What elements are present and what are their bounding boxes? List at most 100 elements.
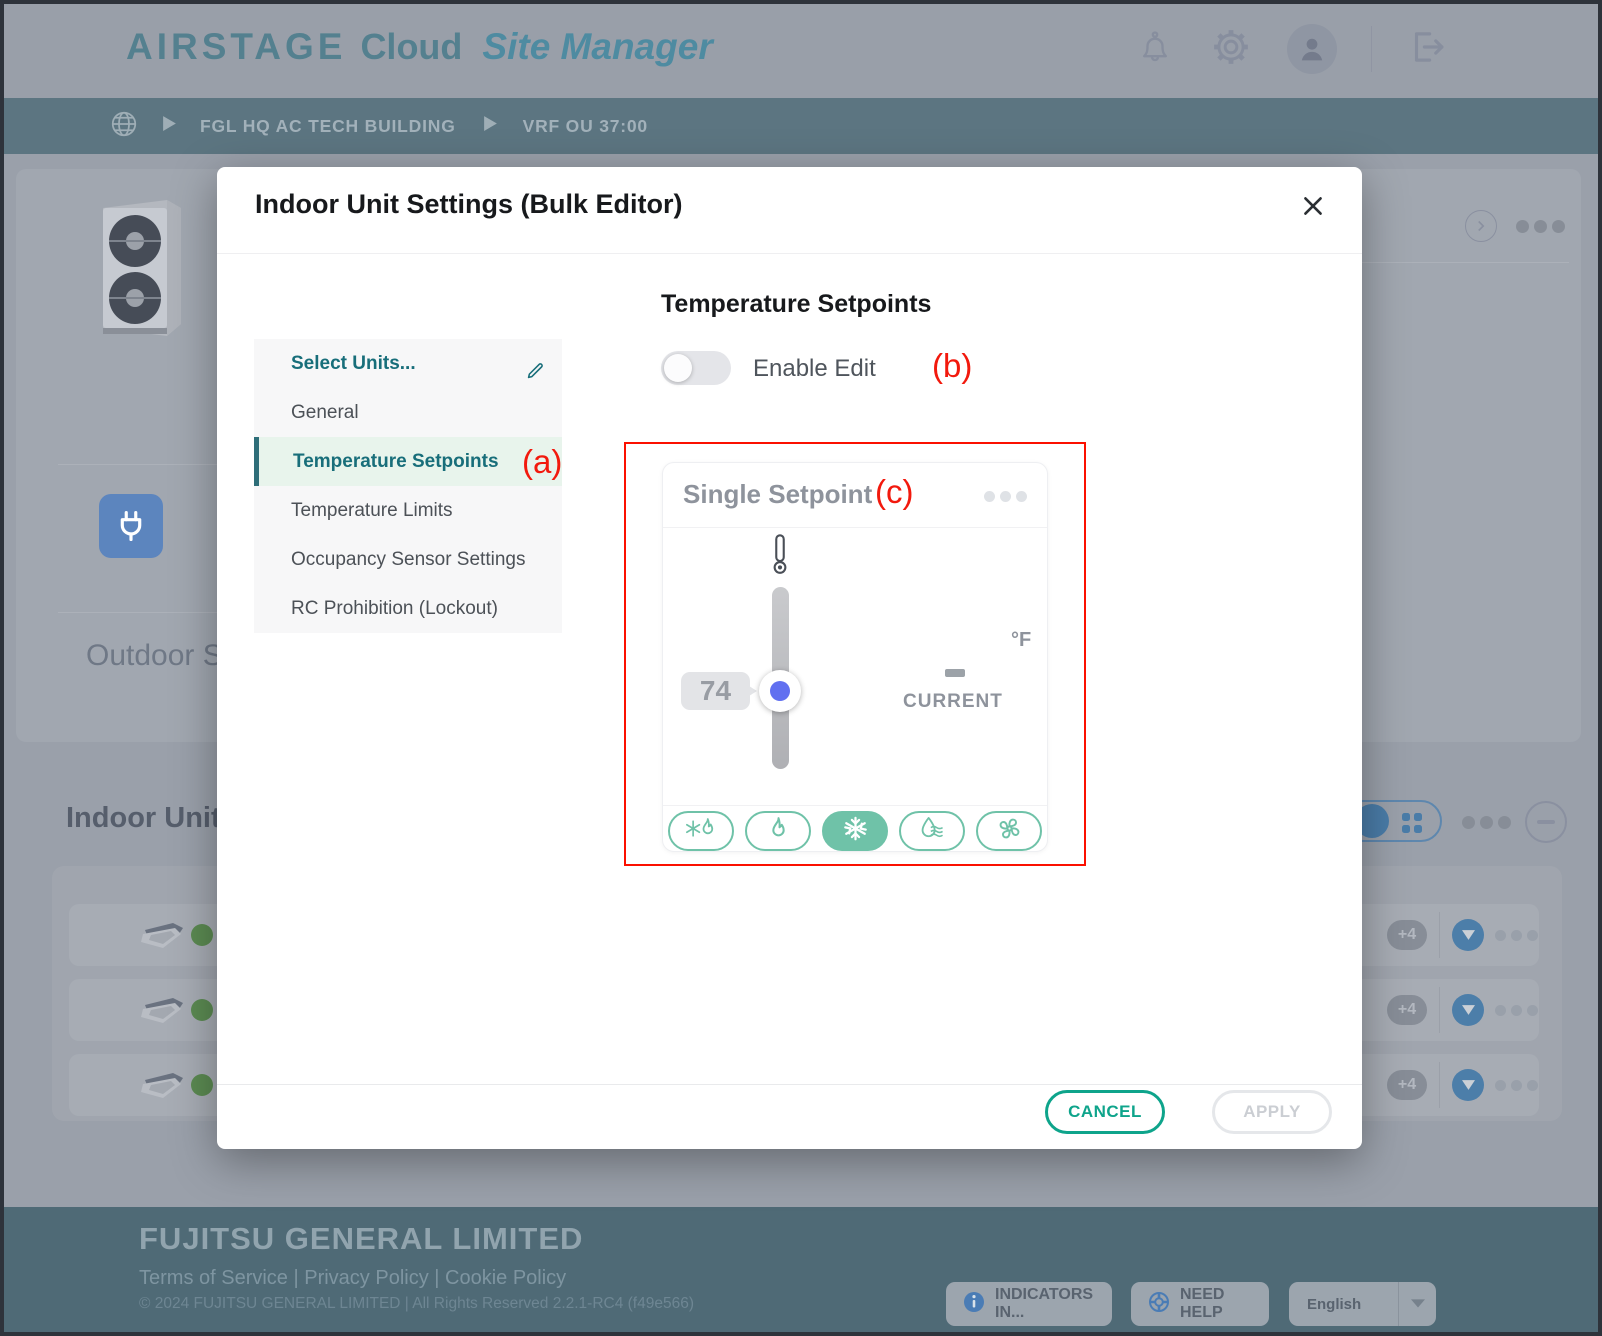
card-menu-icon[interactable] bbox=[984, 491, 1027, 502]
current-temp-placeholder bbox=[945, 669, 965, 677]
logo-site-manager: Site Manager bbox=[482, 26, 713, 67]
status-indicator bbox=[191, 999, 213, 1021]
enable-edit-toggle[interactable] bbox=[661, 351, 731, 385]
annotation-b: (b) bbox=[932, 347, 973, 384]
single-setpoint-card: Single Setpoint (c) 74 °F CURRENT bbox=[662, 462, 1048, 852]
annotation-a: (a) bbox=[522, 443, 563, 480]
more-units-badge[interactable]: +4 bbox=[1387, 995, 1427, 1025]
apply-button[interactable]: APPLY bbox=[1212, 1090, 1332, 1134]
sidebar-item-rc-prohibition[interactable]: RC Prohibition (Lockout) bbox=[254, 584, 562, 633]
row-menu-icon[interactable] bbox=[1495, 1005, 1538, 1016]
app-footer: FUJITSU GENERAL LIMITED Terms of Service… bbox=[4, 1207, 1598, 1332]
sidebar-item-label: General bbox=[291, 402, 359, 423]
need-help-button[interactable]: NEED HELP bbox=[1131, 1282, 1269, 1326]
mode-fan-button[interactable] bbox=[976, 811, 1042, 851]
heat-flame-icon bbox=[765, 815, 792, 847]
modal-title: Indoor Unit Settings (Bulk Editor) bbox=[255, 189, 683, 219]
chevron-down-icon bbox=[1398, 1282, 1436, 1326]
power-plug-tile[interactable] bbox=[99, 494, 163, 558]
grid-view-icon bbox=[1402, 813, 1422, 833]
sidebar-item-label: Select Units... bbox=[291, 353, 416, 374]
mode-cool-button[interactable] bbox=[822, 811, 888, 851]
sidebar-item-select-units[interactable]: Select Units... bbox=[254, 339, 562, 388]
unit-label: °F bbox=[1011, 629, 1032, 651]
screen: AIRSTAGE Cloud Site Manager FGL HQ AC TE… bbox=[0, 0, 1602, 1336]
card-title: Single Setpoint bbox=[683, 479, 873, 509]
divider bbox=[217, 1084, 1362, 1085]
indoor-unit-image bbox=[139, 920, 185, 950]
expand-chevron-button[interactable] bbox=[1465, 210, 1497, 242]
breadcrumb-unit[interactable]: VRF OU 37:00 bbox=[523, 116, 648, 137]
mode-auto-button[interactable] bbox=[668, 811, 734, 851]
breadcrumb-arrow-icon bbox=[483, 115, 498, 137]
language-value: English bbox=[1307, 1295, 1362, 1313]
status-indicator bbox=[191, 924, 213, 946]
setpoint-value-bubble: 74 bbox=[681, 672, 757, 710]
row-menu-icon[interactable] bbox=[1495, 930, 1538, 941]
outdoor-card-menu-icon[interactable] bbox=[1516, 220, 1565, 233]
sidebar-item-temperature-setpoints[interactable]: Temperature Setpoints bbox=[254, 437, 562, 486]
app-header: AIRSTAGE Cloud Site Manager bbox=[4, 4, 1598, 98]
divider bbox=[217, 253, 1362, 254]
enable-edit-label: Enable Edit bbox=[753, 355, 876, 382]
sidebar-item-occupancy-sensor[interactable]: Occupancy Sensor Settings bbox=[254, 535, 562, 584]
status-indicator bbox=[191, 1074, 213, 1096]
expand-row-button[interactable] bbox=[1452, 919, 1484, 951]
app-logo: AIRSTAGE Cloud Site Manager bbox=[126, 26, 713, 68]
edit-pencil-icon[interactable] bbox=[524, 352, 546, 379]
globe-icon[interactable] bbox=[109, 109, 139, 144]
logout-icon[interactable] bbox=[1406, 26, 1448, 73]
info-icon bbox=[962, 1290, 986, 1319]
header-divider bbox=[1371, 26, 1372, 72]
indoor-unit-image bbox=[139, 1070, 185, 1100]
thermometer-icon bbox=[768, 533, 792, 580]
sidebar-item-label: Temperature Setpoints bbox=[293, 451, 499, 472]
section-heading: Temperature Setpoints bbox=[661, 290, 932, 318]
indoor-unit-settings-modal: Indoor Unit Settings (Bulk Editor) Selec… bbox=[217, 167, 1362, 1149]
current-label: CURRENT bbox=[903, 691, 1003, 712]
annotation-c: (c) bbox=[875, 473, 914, 510]
breadcrumb-site[interactable]: FGL HQ AC TECH BUILDING bbox=[200, 116, 456, 137]
more-units-badge[interactable]: +4 bbox=[1387, 920, 1427, 950]
more-units-badge[interactable]: +4 bbox=[1387, 1070, 1427, 1100]
indicators-info-button[interactable]: INDICATORS IN... bbox=[946, 1282, 1112, 1326]
divider bbox=[1439, 1062, 1440, 1108]
sidebar-item-general[interactable]: General bbox=[254, 388, 562, 437]
auto-mode-icon bbox=[684, 815, 718, 847]
notifications-bell-icon[interactable] bbox=[1135, 27, 1175, 72]
sidebar-item-label: Occupancy Sensor Settings bbox=[291, 549, 526, 570]
mode-selector bbox=[663, 811, 1047, 851]
user-avatar[interactable] bbox=[1287, 24, 1337, 74]
outdoor-unit-image bbox=[89, 196, 189, 351]
footer-company: FUJITSU GENERAL LIMITED bbox=[139, 1221, 584, 1256]
close-icon[interactable] bbox=[1300, 193, 1326, 219]
breadcrumb-arrow-icon bbox=[162, 115, 177, 137]
dry-droplet-icon bbox=[915, 815, 949, 847]
logo-cloud: Cloud bbox=[360, 26, 463, 67]
sidebar-item-temperature-limits[interactable]: Temperature Limits bbox=[254, 486, 562, 535]
toggle-knob bbox=[664, 354, 692, 382]
collapse-button[interactable] bbox=[1525, 801, 1567, 843]
breadcrumb: FGL HQ AC TECH BUILDING VRF OU 37:00 bbox=[4, 98, 1598, 154]
indoor-section-menu-icon[interactable] bbox=[1462, 816, 1511, 829]
settings-gear-icon[interactable] bbox=[1209, 25, 1253, 74]
divider bbox=[663, 527, 1047, 528]
logo-airstage: AIRSTAGE bbox=[126, 26, 347, 67]
cancel-button[interactable]: CANCEL bbox=[1045, 1090, 1165, 1134]
divider bbox=[1439, 987, 1440, 1033]
row-menu-icon[interactable] bbox=[1495, 1080, 1538, 1091]
footer-links[interactable]: Terms of Service | Privacy Policy | Cook… bbox=[139, 1267, 566, 1290]
language-select[interactable]: English bbox=[1289, 1282, 1436, 1326]
setpoint-slider-handle[interactable] bbox=[759, 670, 801, 712]
cool-snowflake-icon bbox=[842, 815, 869, 847]
divider bbox=[1439, 912, 1440, 958]
sidebar-item-label: Temperature Limits bbox=[291, 500, 453, 521]
divider bbox=[663, 805, 1047, 806]
mode-heat-button[interactable] bbox=[745, 811, 811, 851]
expand-row-button[interactable] bbox=[1452, 994, 1484, 1026]
sidebar-item-label: RC Prohibition (Lockout) bbox=[291, 598, 498, 619]
expand-row-button[interactable] bbox=[1452, 1069, 1484, 1101]
fan-icon bbox=[995, 814, 1024, 848]
indicators-label: INDICATORS IN... bbox=[995, 1286, 1094, 1321]
mode-dry-button[interactable] bbox=[899, 811, 965, 851]
